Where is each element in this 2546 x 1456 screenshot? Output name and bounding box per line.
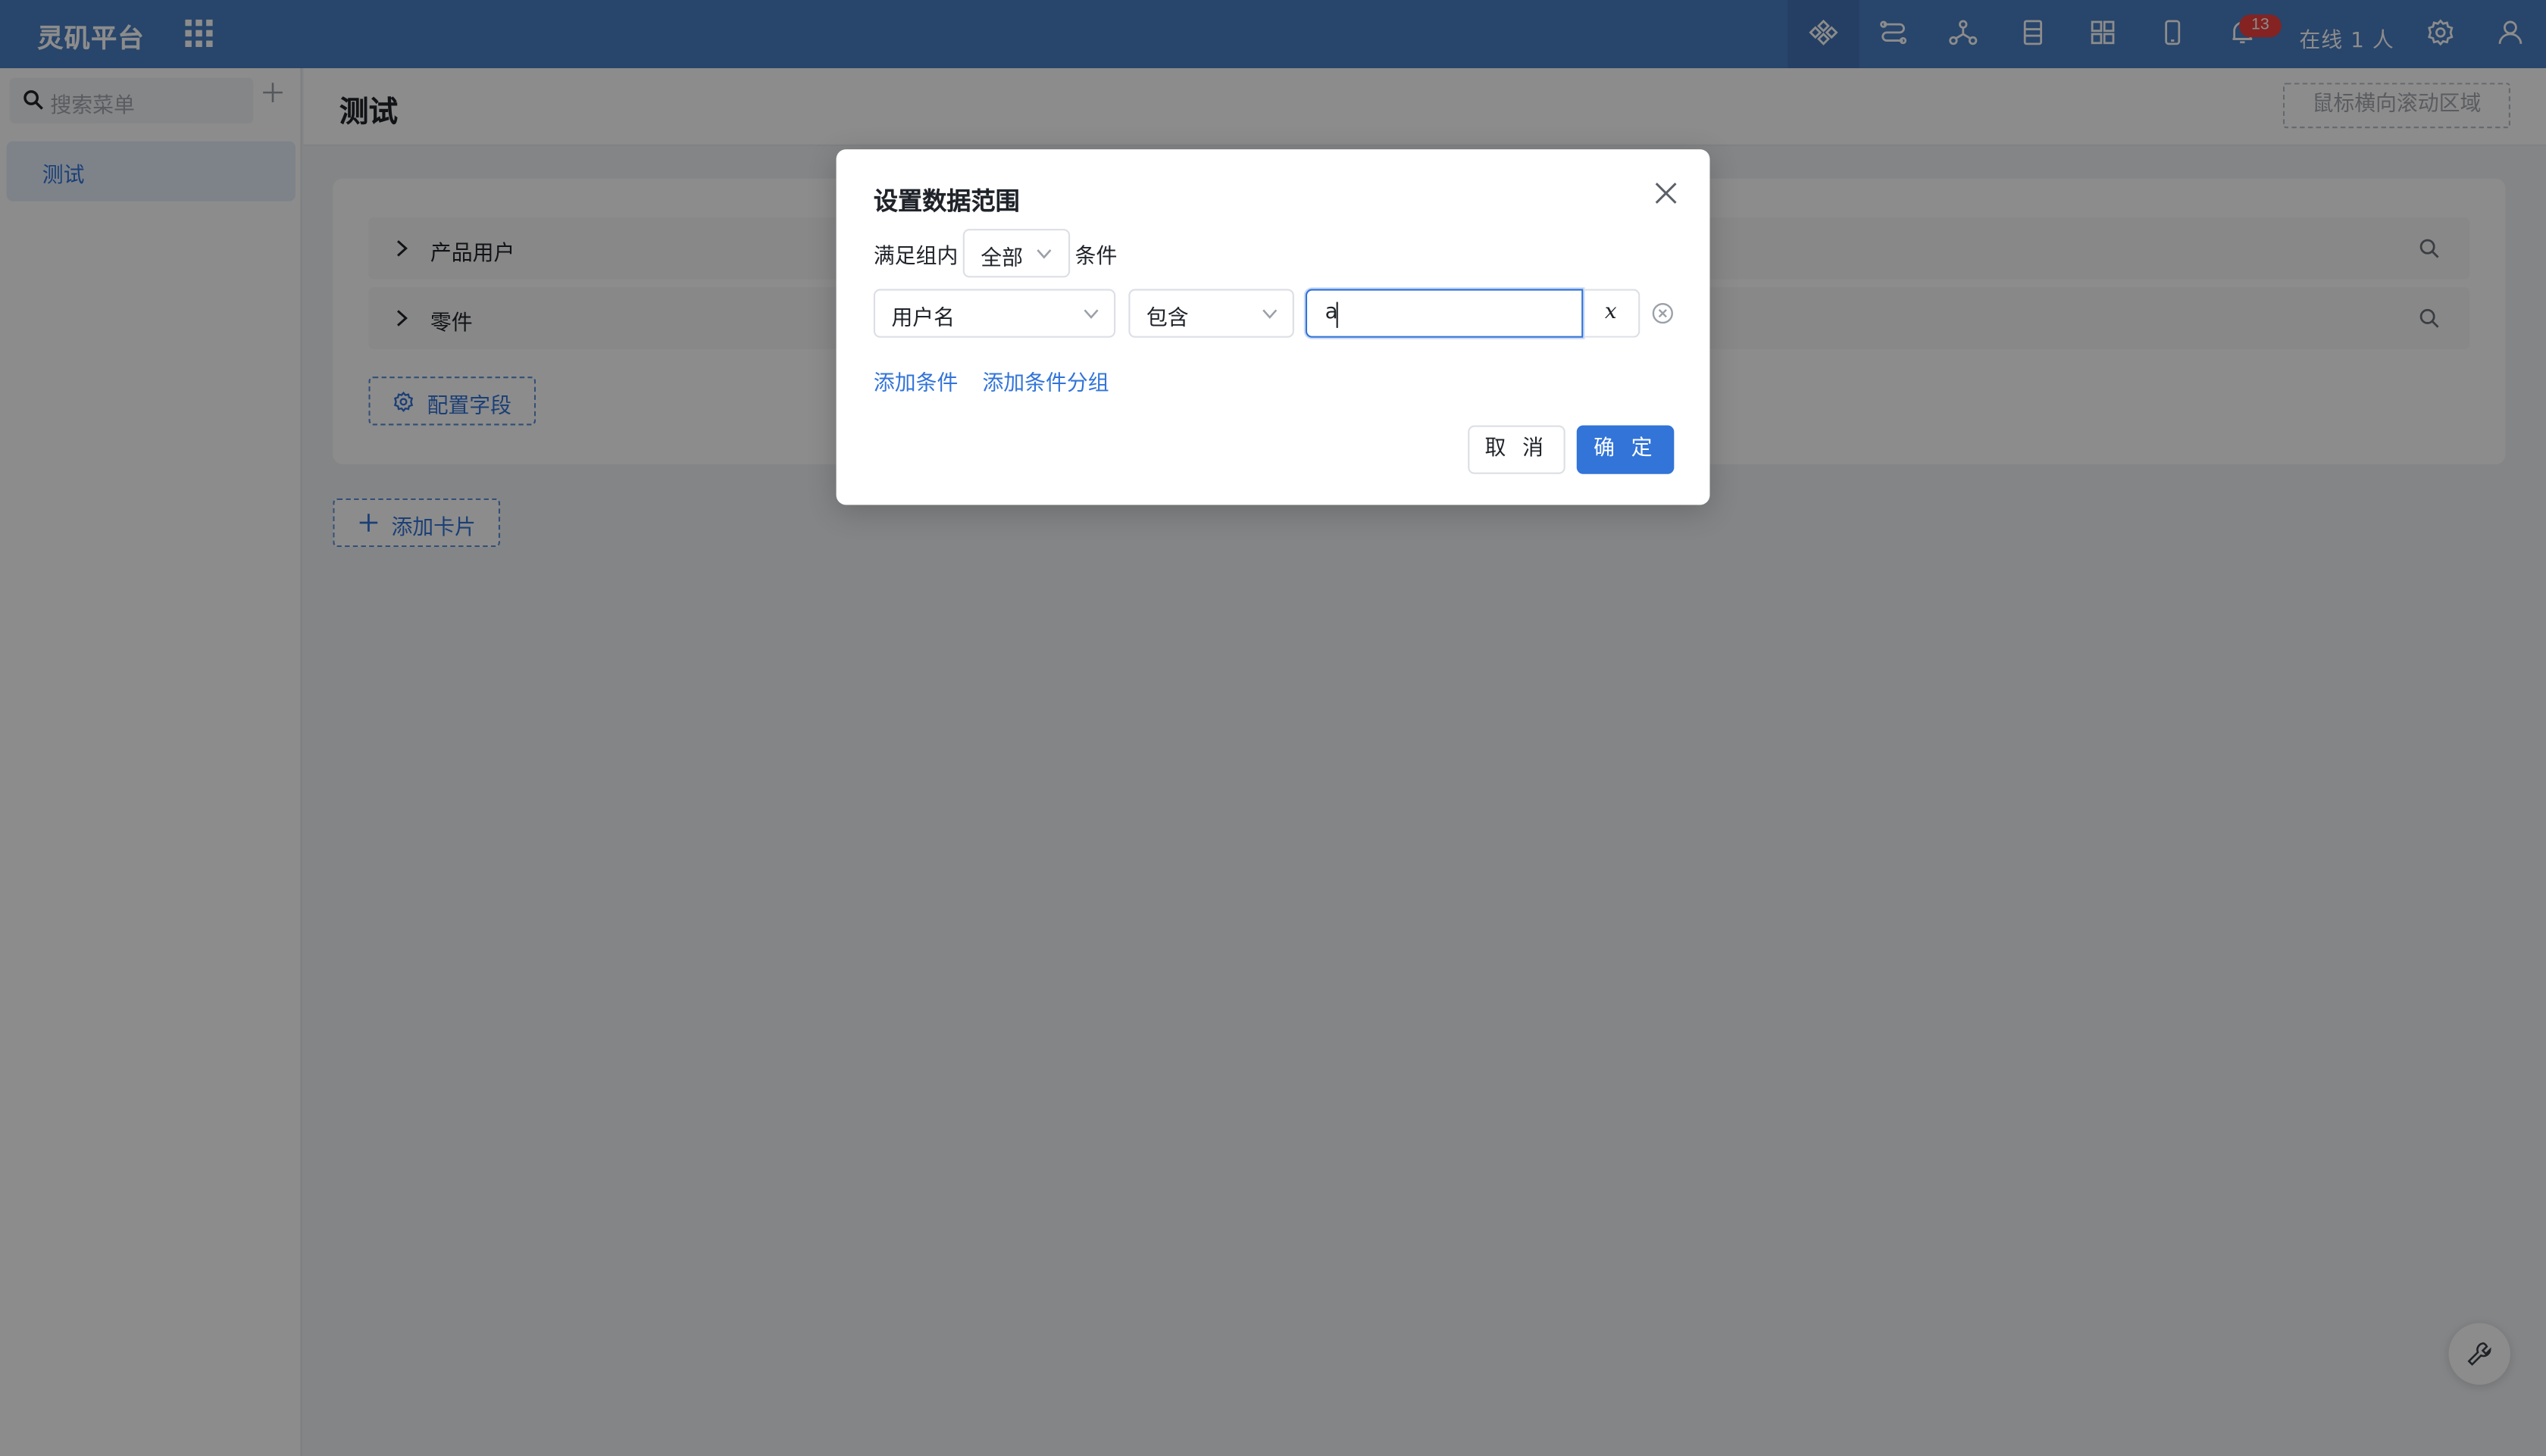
add-condition-group-link[interactable]: 添加条件分组 <box>982 365 1109 396</box>
text-caret <box>1336 302 1338 328</box>
operator-select[interactable]: 包含 <box>1128 289 1294 338</box>
data-range-dialog: 设置数据范围 满足组内 全部 条件 用户名 包含 a x 添加条件 添加条件分组… <box>836 149 1710 505</box>
chevron-down-icon <box>1262 309 1278 319</box>
close-icon[interactable] <box>1653 180 1678 206</box>
formula-button[interactable]: x <box>1583 289 1641 338</box>
match-prefix-label: 满足组内 <box>873 245 959 270</box>
operator-select-value: 包含 <box>1146 307 1189 332</box>
remove-condition-icon[interactable] <box>1651 302 1674 325</box>
chevron-down-icon <box>1037 249 1052 259</box>
match-mode-value: 全部 <box>981 246 1024 271</box>
cancel-button[interactable]: 取 消 <box>1468 425 1565 474</box>
confirm-button[interactable]: 确 定 <box>1576 425 1675 474</box>
field-select[interactable]: 用户名 <box>873 289 1116 338</box>
dialog-title: 设置数据范围 <box>873 186 1020 217</box>
match-mode-select[interactable]: 全部 <box>962 229 1071 278</box>
condition-value-input[interactable]: a <box>1305 289 1584 338</box>
field-select-value: 用户名 <box>891 307 956 332</box>
match-suffix-label: 条件 <box>1074 245 1118 270</box>
chevron-down-icon <box>1084 309 1099 319</box>
add-condition-link[interactable]: 添加条件 <box>874 365 958 396</box>
